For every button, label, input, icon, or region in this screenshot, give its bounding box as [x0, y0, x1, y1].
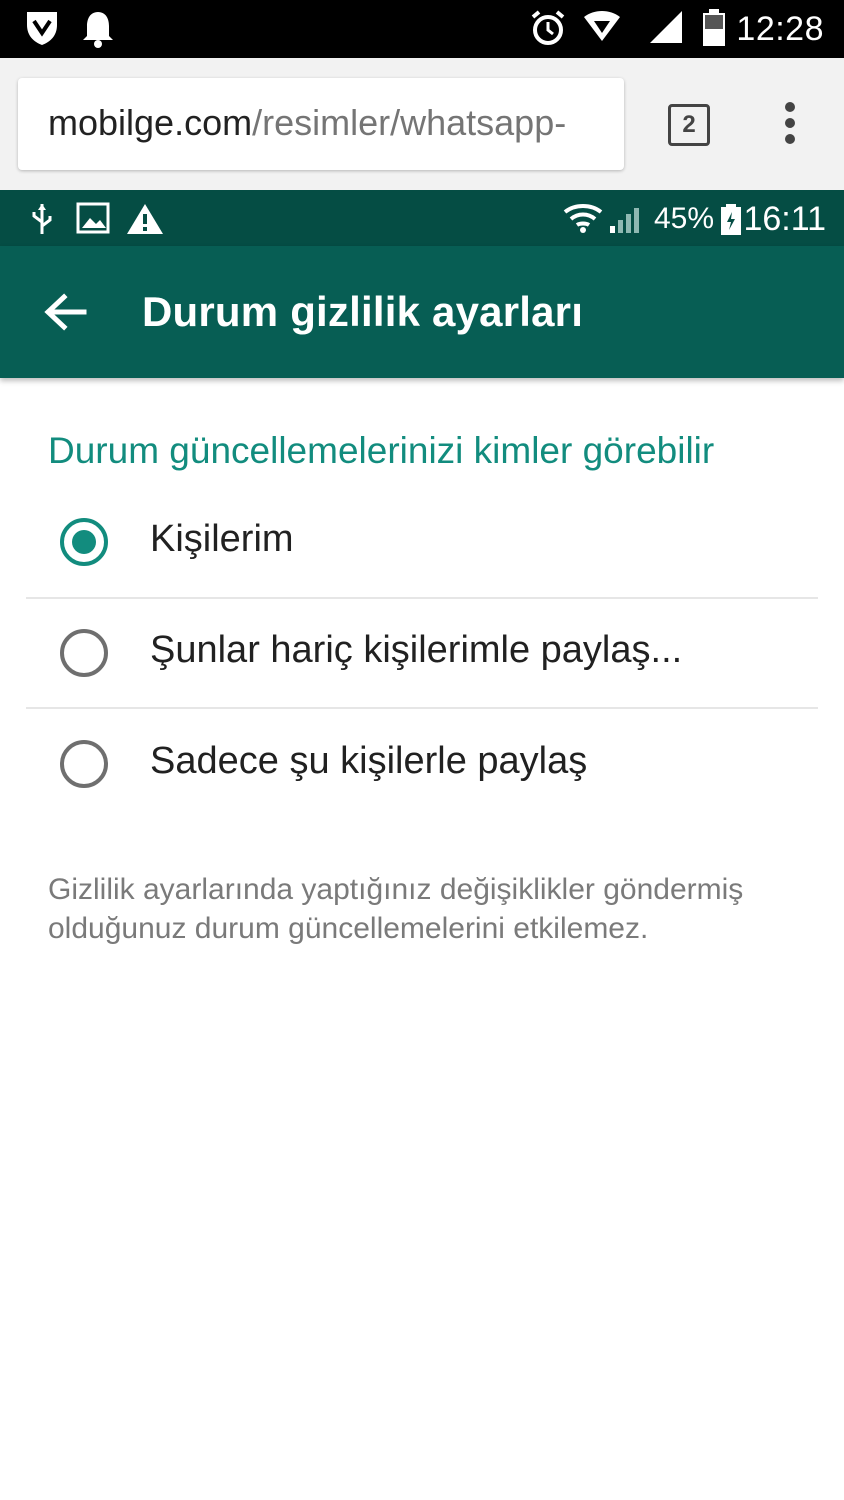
battery-icon	[720, 204, 742, 241]
image-icon	[76, 202, 110, 239]
overflow-menu-icon[interactable]	[778, 102, 802, 148]
radio-option-label: Kişilerim	[150, 518, 294, 560]
shield-icon	[24, 9, 60, 52]
alarm-icon	[530, 9, 566, 52]
tab-switcher-button[interactable]: 2	[668, 104, 710, 146]
address-bar[interactable]: mobilge.com/resimler/whatsapp-	[18, 78, 624, 170]
warning-icon	[126, 202, 164, 241]
page-title: Durum gizlilik ayarları	[142, 288, 584, 335]
system-status-bar: 12:28	[0, 0, 844, 58]
battery-percent: 45%	[654, 202, 715, 235]
app-bar: Durum gizlilik ayarları	[0, 246, 844, 378]
url-domain: mobilge.com	[48, 102, 253, 143]
system-clock: 12:28	[736, 10, 824, 48]
battery-icon	[702, 9, 726, 52]
url-path: /resimler/whatsapp-	[252, 102, 567, 143]
app-clock: 16:11	[743, 200, 826, 238]
wifi-icon	[562, 202, 604, 239]
privacy-footnote: Gizlilik ayarlarında yaptığınız değişikl…	[48, 873, 744, 945]
back-arrow-icon[interactable]	[40, 286, 92, 338]
signal-icon	[608, 202, 646, 239]
radio-button[interactable]	[60, 740, 108, 788]
bell-icon	[80, 9, 116, 54]
radio-option-label: Şunlar hariç kişilerimle paylaş...	[150, 629, 683, 671]
radio-button[interactable]	[60, 629, 108, 677]
signal-icon	[648, 9, 684, 50]
wifi-icon	[582, 9, 622, 50]
usb-icon	[30, 202, 54, 241]
app-status-bar: 45% 16:11	[0, 190, 844, 246]
radio-option-contacts[interactable]: Kişilerim	[26, 486, 818, 596]
radio-option-contacts-except[interactable]: Şunlar hariç kişilerimle paylaş...	[26, 597, 818, 707]
browser-toolbar: mobilge.com/resimler/whatsapp- 2	[0, 58, 844, 190]
radio-option-only-share-with[interactable]: Sadece şu kişilerle paylaş	[26, 708, 818, 818]
radio-option-label: Sadece şu kişilerle paylaş	[150, 740, 588, 782]
radio-button-selected[interactable]	[60, 518, 108, 566]
section-title: Durum güncellemelerinizi kimler görebili…	[48, 430, 715, 471]
